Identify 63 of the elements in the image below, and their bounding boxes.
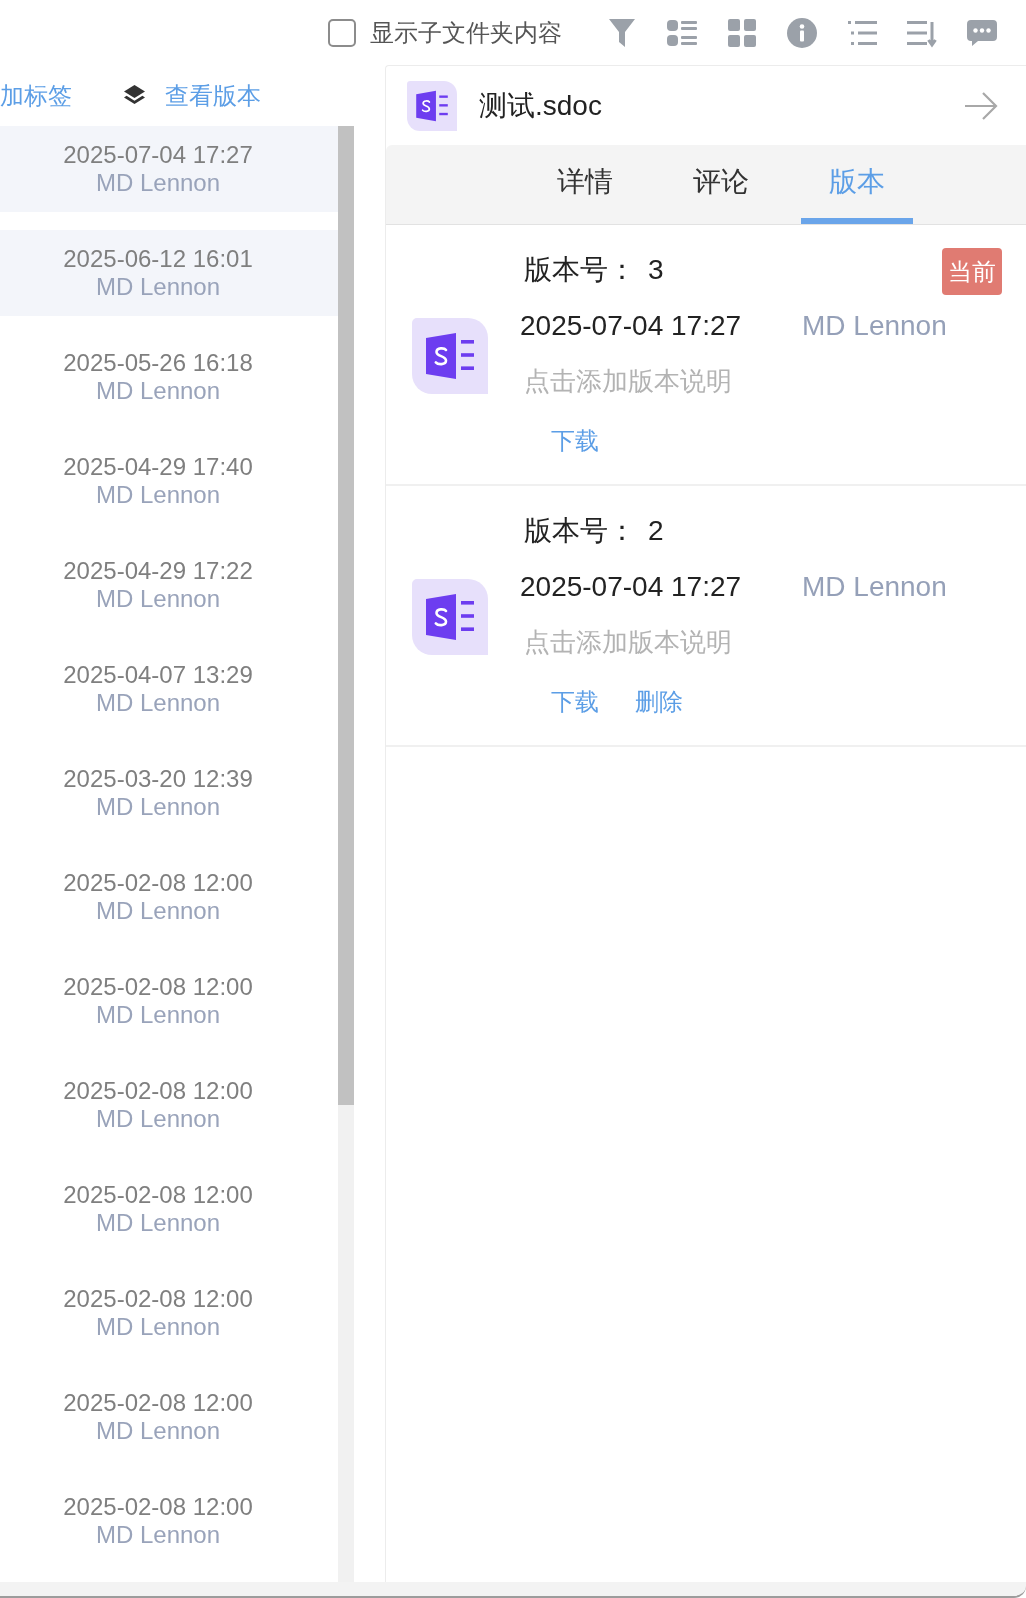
grid-view-icon[interactable] <box>727 17 757 48</box>
version-date: 2025-04-29 17:22 <box>63 557 253 585</box>
filter-icon[interactable] <box>607 17 637 48</box>
author-name: MD Lennon <box>95 689 221 717</box>
version-date: 2025-07-04 17:27 <box>520 310 743 342</box>
version-number-label: 版本号： <box>524 514 636 548</box>
info-icon[interactable] <box>787 17 817 48</box>
version-number-label: 版本号： <box>524 253 636 287</box>
author-name: MD Lennon <box>95 1209 221 1237</box>
scrollbar-track[interactable] <box>338 126 354 1582</box>
add-tag-link[interactable]: 加标签 <box>0 80 72 111</box>
document-icon <box>412 317 488 394</box>
file-title: 测试.sdoc <box>479 88 602 123</box>
author-name: MD Lennon <box>95 1001 221 1029</box>
tab[interactable]: 版本 <box>801 145 913 224</box>
author-name: MD Lennon <box>95 1105 221 1133</box>
version-date: 2025-02-08 12:00 <box>63 869 253 897</box>
chat-icon[interactable] <box>967 17 997 48</box>
author-name: MD Lennon <box>95 273 221 301</box>
version-date: 2025-07-04 17:27 <box>520 571 743 603</box>
tab[interactable]: 评论 <box>665 145 777 224</box>
version-date: 2025-05-26 16:18 <box>63 349 253 377</box>
version-date: 2025-02-08 12:00 <box>63 1077 253 1105</box>
action-link[interactable]: 下载 <box>551 687 599 717</box>
author-name: MD Lennon <box>95 1313 221 1341</box>
version-list-item[interactable]: 2025-06-12 16:01 MD Lennon <box>0 230 338 316</box>
version-date: 2025-02-08 12:00 <box>63 1389 253 1417</box>
author-name: MD Lennon <box>95 481 221 509</box>
tab[interactable]: 详情 <box>529 145 641 224</box>
add-description-link[interactable]: 点击添加版本说明 <box>520 622 732 662</box>
author-name: MD Lennon <box>95 1521 221 1549</box>
version-date: 2025-02-08 12:00 <box>63 1181 253 1209</box>
author-name: MD Lennon <box>802 310 947 342</box>
view-versions-link[interactable]: 查看版本 <box>123 80 261 111</box>
author-name: MD Lennon <box>95 377 221 405</box>
author-name: MD Lennon <box>95 1417 221 1445</box>
version-date: 2025-02-08 12:00 <box>63 973 253 1001</box>
action-link[interactable]: 下载 <box>551 426 599 456</box>
version-date: 2025-03-20 12:39 <box>63 765 253 793</box>
version-number: 3 <box>648 254 664 286</box>
version-date: 2025-04-29 17:40 <box>63 453 253 481</box>
checkbox[interactable] <box>328 18 356 47</box>
current-badge: 当前 <box>942 248 1002 295</box>
action-link[interactable]: 删除 <box>635 687 683 717</box>
add-description-link[interactable]: 点击添加版本说明 <box>520 361 732 401</box>
arrow-right-icon[interactable] <box>964 90 998 121</box>
author-name: MD Lennon <box>95 585 221 613</box>
version-date: 2025-07-04 17:27 <box>63 141 253 169</box>
author-name: MD Lennon <box>802 571 947 603</box>
author-name: MD Lennon <box>95 793 221 821</box>
checkbox-label[interactable]: 显示子文件夹内容 <box>370 17 562 48</box>
version-date: 2025-02-08 12:00 <box>63 1285 253 1313</box>
version-date: 2025-04-07 13:29 <box>63 661 253 689</box>
version-number: 2 <box>648 515 664 547</box>
list-view-icon[interactable] <box>667 17 697 48</box>
document-icon <box>407 80 457 131</box>
document-icon <box>412 578 488 655</box>
version-date: 2025-02-08 12:00 <box>63 1493 253 1521</box>
author-name: MD Lennon <box>95 169 221 197</box>
version-date: 2025-06-12 16:01 <box>63 245 253 273</box>
scrollbar-thumb[interactable] <box>338 126 354 1105</box>
author-name: MD Lennon <box>95 897 221 925</box>
version-list-item[interactable]: 2025-07-04 17:27 MD Lennon <box>0 126 338 212</box>
